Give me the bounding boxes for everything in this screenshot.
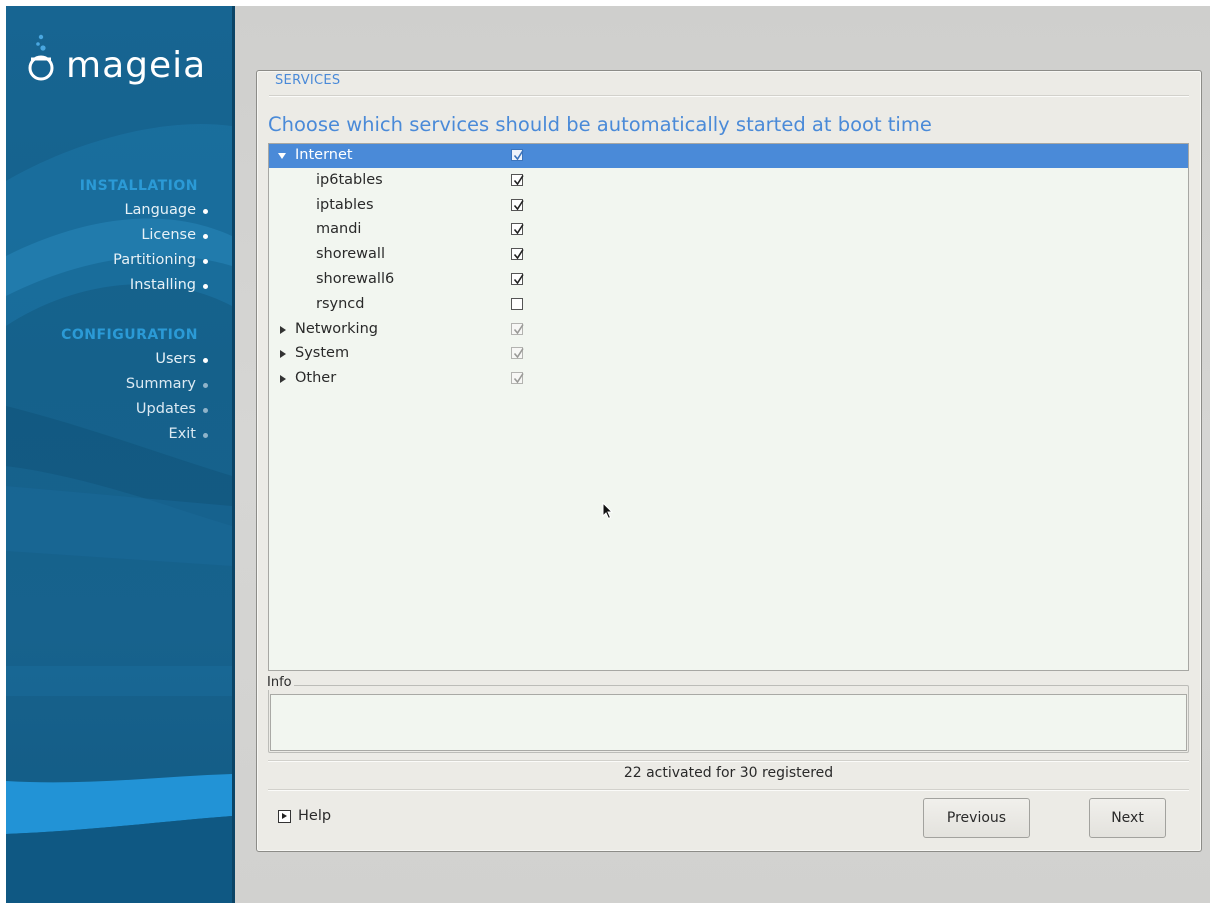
service-row[interactable]: rsyncd: [269, 293, 1188, 317]
service-label: Other: [295, 370, 337, 386]
service-row[interactable]: iptables: [269, 194, 1188, 218]
step-done-dot-icon: [203, 284, 208, 289]
next-button[interactable]: Next: [1089, 798, 1166, 838]
service-row[interactable]: mandi: [269, 218, 1188, 242]
step-done-dot-icon: [203, 259, 208, 264]
service-checkbox[interactable]: [511, 298, 523, 310]
service-label: System: [295, 345, 350, 361]
service-checkbox[interactable]: [511, 273, 524, 285]
main-area: SERVICES Choose which services should be…: [235, 6, 1210, 903]
sidebar: mageia INSTALLATION Language License Par…: [6, 6, 235, 903]
status-separator-bottom: [268, 789, 1189, 791]
step-partitioning: Partitioning: [113, 252, 208, 268]
service-group-row[interactable]: System: [269, 342, 1188, 366]
step-users: Users: [155, 351, 208, 367]
service-label: shorewall6: [316, 271, 395, 287]
mouse-pointer-icon: [602, 502, 614, 520]
service-group-row[interactable]: Other: [269, 367, 1188, 391]
service-label: mandi: [316, 221, 362, 237]
checkmark-icon: [513, 224, 524, 235]
previous-button[interactable]: Previous: [923, 798, 1030, 838]
checkmark-icon: [513, 175, 524, 186]
step-pending-dot-icon: [203, 433, 208, 438]
help-label: Help: [298, 808, 332, 824]
step-done-dot-icon: [203, 358, 208, 363]
checkmark-icon: [513, 200, 524, 211]
service-label: shorewall: [316, 246, 385, 262]
service-checkbox[interactable]: [511, 372, 524, 384]
services-tree[interactable]: Internet ip6tables iptables mandi shorewall s…: [268, 143, 1189, 671]
sidebar-wave-background: [6, 124, 232, 903]
step-exit: Exit: [169, 426, 208, 442]
logo-text: mageia: [66, 45, 207, 86]
service-label: rsyncd: [316, 296, 365, 312]
service-checkbox[interactable]: [511, 149, 524, 161]
mageia-cauldron-icon: [28, 34, 54, 81]
title-separator: [269, 95, 1189, 97]
services-prompt: Choose which services should be automati…: [268, 113, 932, 136]
service-label: Internet: [295, 147, 353, 163]
step-language: Language: [124, 202, 208, 218]
services-dialog: SERVICES Choose which services should be…: [256, 70, 1202, 852]
dialog-title: SERVICES: [275, 73, 341, 88]
step-pending-dot-icon: [203, 408, 208, 413]
expander-right-icon[interactable]: [280, 375, 286, 383]
step-pending-dot-icon: [203, 383, 208, 388]
service-label: Networking: [295, 321, 378, 337]
expander-right-icon[interactable]: [280, 350, 286, 358]
checkmark-icon: [513, 348, 524, 359]
checkmark-icon: [513, 249, 524, 260]
status-separator-top: [268, 760, 1189, 762]
step-summary: Summary: [126, 376, 208, 392]
service-group-row[interactable]: Internet: [269, 144, 1188, 168]
service-checkbox[interactable]: [511, 223, 524, 235]
service-label: ip6tables: [316, 172, 383, 188]
service-group-row[interactable]: Networking: [269, 318, 1188, 342]
expander-down-icon[interactable]: [278, 153, 286, 159]
step-done-dot-icon: [203, 234, 208, 239]
installation-heading: INSTALLATION: [79, 178, 198, 194]
info-frame: [268, 685, 1189, 753]
configuration-heading: CONFIGURATION: [61, 327, 198, 343]
step-installing: Installing: [130, 277, 208, 293]
info-text-area: [270, 694, 1187, 751]
expander-right-icon[interactable]: [280, 326, 286, 334]
service-checkbox[interactable]: [511, 347, 524, 359]
service-row[interactable]: shorewall6: [269, 268, 1188, 292]
installer-window: mageia INSTALLATION Language License Par…: [6, 6, 1210, 903]
services-status-text: 22 activated for 30 registered: [623, 765, 834, 781]
checkmark-icon: [513, 274, 524, 285]
service-checkbox[interactable]: [511, 323, 524, 335]
service-checkbox[interactable]: [511, 199, 524, 211]
service-label: iptables: [316, 197, 374, 213]
service-row[interactable]: ip6tables: [269, 169, 1188, 193]
step-updates: Updates: [136, 401, 208, 417]
step-license: License: [141, 227, 208, 243]
checkmark-icon: [513, 150, 524, 161]
info-label: Info: [267, 675, 294, 690]
checkmark-icon: [513, 373, 524, 384]
service-checkbox[interactable]: [511, 174, 524, 186]
service-checkbox[interactable]: [511, 248, 524, 260]
step-done-dot-icon: [203, 209, 208, 214]
checkmark-icon: [513, 324, 524, 335]
service-row[interactable]: shorewall: [269, 243, 1188, 267]
expander-right-icon: [278, 810, 291, 823]
